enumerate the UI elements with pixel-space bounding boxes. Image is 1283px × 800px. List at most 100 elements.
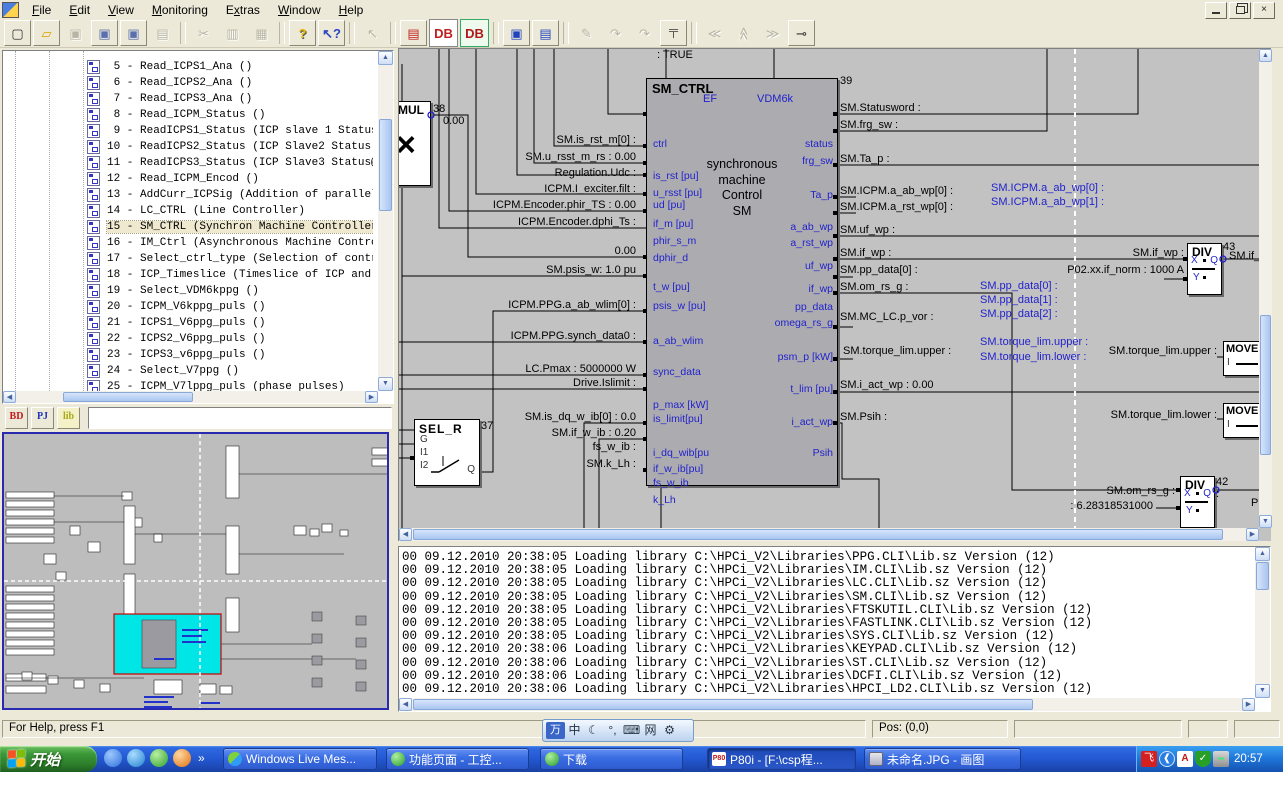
toolbar-button[interactable] — [180, 22, 186, 44]
menu-item[interactable]: Window — [269, 2, 330, 18]
close-button[interactable]: × — [1253, 2, 1275, 19]
tree-item[interactable]: 17 - Select_ctrl_type (Selection of cont… — [3, 251, 373, 267]
toolbar-button[interactable]: ↖? — [318, 20, 345, 46]
tray-icon[interactable]: ✓ — [1195, 751, 1211, 767]
scroll-thumb[interactable] — [63, 392, 193, 402]
taskbar-task-button[interactable]: P80 P80i - [F:\csp程... — [707, 748, 856, 770]
scroll-up-button[interactable]: ▲ — [1259, 49, 1272, 62]
log-hscrollbar[interactable]: ◀ ▶ — [399, 698, 1255, 711]
toolbar-button[interactable]: ≫ — [759, 20, 786, 46]
tree-item[interactable]: 11 - ReadICPS3_Status (ICP Slave3 Status… — [3, 155, 373, 171]
scroll-down-button[interactable]: ▼ — [378, 377, 393, 391]
toolbar-button[interactable]: ⊩ — [660, 20, 687, 46]
tree-item[interactable]: 15 - SM_CTRL (Synchron Machine Controlle… — [3, 219, 373, 235]
scroll-left-button[interactable]: ◀ — [3, 391, 16, 403]
toolbar-button[interactable]: DB — [429, 19, 458, 47]
project-search-field[interactable] — [88, 407, 392, 429]
tray-icon[interactable]: 飞 — [1141, 751, 1157, 767]
toolbar-button[interactable]: ↷ — [631, 20, 658, 46]
tree-item[interactable]: 9 - ReadICPS1_Status (ICP slave 1 Status… — [3, 123, 373, 139]
messenger-quick-icon[interactable] — [104, 749, 122, 767]
project-view-button[interactable]: lib — [57, 407, 80, 429]
canvas-hscrollbar[interactable]: ◀ ▶ — [399, 528, 1259, 541]
canvas-vscrollbar[interactable]: ▲ ▼ — [1259, 49, 1272, 528]
scroll-thumb[interactable] — [1260, 315, 1271, 455]
schematic-canvas[interactable]: SM_CTRL EF VDM6k synchronous machine Con… — [399, 49, 1259, 528]
toolbar-button[interactable]: ⊸ — [788, 20, 815, 46]
toolbar-button[interactable]: ▣ — [91, 20, 118, 46]
quick-launch-overflow-chevron[interactable]: » — [198, 751, 205, 765]
scroll-thumb[interactable] — [1256, 562, 1269, 590]
toolbar-button[interactable] — [563, 22, 569, 44]
tree-item[interactable]: 7 - Read_ICPS3_Ana () — [3, 91, 373, 107]
menu-item[interactable]: Extras — [217, 2, 269, 18]
toolbar-button[interactable]: ▤ — [532, 20, 559, 46]
scroll-left-button[interactable]: ◀ — [399, 698, 412, 711]
tree-item[interactable]: 10 - ReadICPS2_Status (ICP Slave2 Status… — [3, 139, 373, 155]
minimize-button[interactable] — [1205, 2, 1227, 19]
tree-item[interactable]: 24 - Select_V7ppg () — [3, 363, 373, 379]
ime-icon[interactable]: 中 — [565, 722, 584, 739]
toolbar-button[interactable]: ▤ — [400, 20, 427, 46]
project-view-button[interactable]: BD — [5, 407, 28, 429]
scroll-down-button[interactable]: ▼ — [1259, 515, 1272, 528]
project-view-button[interactable]: PJ — [31, 407, 54, 429]
toolbar-button[interactable]: ▣ — [62, 20, 89, 46]
tray-icon[interactable]: ❰ — [1159, 751, 1175, 767]
scroll-thumb[interactable] — [413, 529, 1223, 540]
tray-icon[interactable]: ▪▪ — [1213, 751, 1229, 767]
tree-item[interactable]: 20 - ICPM_V6kppg_puls () — [3, 299, 373, 315]
scroll-left-button[interactable]: ◀ — [399, 528, 412, 541]
toolbar-button[interactable]: ≪ — [730, 20, 757, 46]
scroll-up-button[interactable]: ▲ — [1255, 547, 1270, 561]
toolbar-button[interactable]: ▣ — [503, 20, 530, 46]
pps-quick-icon[interactable] — [173, 749, 191, 767]
scroll-thumb[interactable] — [413, 699, 1033, 710]
toolbar-button[interactable]: ↖ — [359, 20, 386, 46]
tree-item[interactable]: 22 - ICPS2_V6ppg_puls () — [3, 331, 373, 347]
tree-item[interactable]: 19 - Select_VDM6kppg () — [3, 283, 373, 299]
toolbar-button[interactable]: ▦ — [248, 20, 275, 46]
scroll-down-button[interactable]: ▼ — [1255, 684, 1270, 698]
tree-vscrollbar[interactable]: ▲ ▼ — [378, 51, 393, 391]
ime-icon[interactable]: 网 — [641, 722, 660, 739]
tree-item[interactable]: 14 - LC_CTRL (Line Controller) — [3, 203, 373, 219]
tree-item[interactable]: 21 - ICPS1_V6ppg_puls () — [3, 315, 373, 331]
toolbar-button[interactable]: ≪ — [701, 20, 728, 46]
toolbar-button[interactable]: ✎ — [573, 20, 600, 46]
ime-icon[interactable]: ⌨ — [622, 722, 641, 739]
taskbar-task-button[interactable]: 下载 — [540, 748, 683, 770]
tree-item[interactable]: 6 - Read_ICPS2_Ana () — [3, 75, 373, 91]
toolbar-button[interactable] — [279, 22, 285, 44]
toolbar-button[interactable] — [349, 22, 355, 44]
toolbar-button[interactable]: DB — [460, 19, 489, 47]
menu-item[interactable]: Help — [330, 2, 373, 18]
taskbar-task-button[interactable]: 未命名.JPG - 画图 — [864, 748, 1021, 770]
toolbar-button[interactable] — [493, 22, 499, 44]
toolbar-button[interactable]: ▢ — [4, 20, 31, 46]
toolbar-button[interactable]: ▤ — [149, 20, 176, 46]
log-vscrollbar[interactable]: ▲ ▼ — [1255, 547, 1270, 698]
toolbar-button[interactable]: ✂ — [190, 20, 217, 46]
ime-icon[interactable]: ⚙ — [660, 722, 679, 739]
tree-item[interactable]: 16 - IM_Ctrl (Asynchronous Machine Contr… — [3, 235, 373, 251]
scroll-thumb[interactable] — [379, 119, 392, 211]
ime-icon[interactable]: °, — [603, 722, 622, 739]
scroll-right-button[interactable]: ▶ — [1242, 698, 1255, 711]
toolbar-button[interactable]: ? — [289, 20, 316, 46]
scroll-right-button[interactable]: ▶ — [1246, 528, 1259, 541]
tray-icon[interactable]: A — [1177, 751, 1193, 767]
toolbar-button[interactable] — [691, 22, 697, 44]
ime-icon[interactable]: ☾ — [584, 722, 603, 739]
toolbar-button[interactable]: ↷ — [602, 20, 629, 46]
taskbar-task-button[interactable]: Windows Live Mes... — [223, 748, 377, 770]
tree-item[interactable]: 13 - AddCurr_ICPSig (Addition of paralle… — [3, 187, 373, 203]
restore-button[interactable] — [1229, 2, 1251, 19]
tree-item[interactable]: 12 - Read_ICPM_Encod () — [3, 171, 373, 187]
schematic-overview-minimap[interactable] — [2, 432, 389, 710]
tree-item[interactable]: 23 - ICPS3_v6ppg_puls () — [3, 347, 373, 363]
browser-quick-icon[interactable] — [127, 749, 145, 767]
scroll-right-button[interactable]: ▶ — [365, 391, 378, 403]
toolbar-button[interactable]: ▣ — [120, 20, 147, 46]
media-quick-icon[interactable] — [150, 749, 168, 767]
